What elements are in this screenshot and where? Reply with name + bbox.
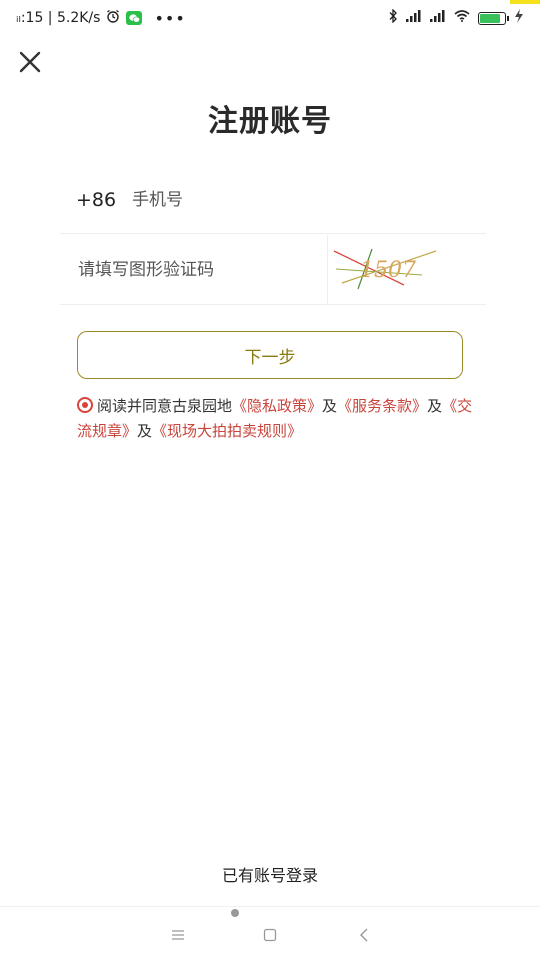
alarm-icon — [106, 9, 120, 27]
page-title: 注册账号 — [208, 104, 332, 139]
charging-icon — [514, 9, 524, 27]
agreement-and: 及 — [427, 397, 443, 415]
back-button[interactable] — [352, 925, 376, 945]
status-time-speed: ᵢₗ:15 | 5.2K/s — [16, 10, 101, 26]
agreement: 阅读并同意古泉园地《隐私政策》及《服务条款》及《交流规章》及《现场大拍拍卖规则》 — [77, 394, 477, 444]
privacy-policy-link[interactable]: 《隐私政策》 — [232, 397, 322, 415]
back-icon — [360, 928, 368, 942]
phone-row: +86 — [60, 166, 486, 234]
agreement-and: 及 — [322, 397, 338, 415]
captcha-divider — [327, 235, 328, 305]
signal-icon — [406, 10, 422, 26]
close-icon — [19, 51, 41, 73]
status-left: ᵢₗ:15 | 5.2K/s ••• — [16, 9, 186, 28]
country-code[interactable]: +86 — [76, 189, 132, 211]
bluetooth-icon — [388, 8, 398, 27]
captcha-input[interactable] — [78, 259, 318, 280]
login-link[interactable]: 已有账号登录 — [0, 862, 540, 886]
status-bar: ᵢₗ:15 | 5.2K/s ••• — [0, 0, 540, 36]
captcha-image[interactable]: 1507 — [332, 245, 442, 291]
agreement-and: 及 — [137, 422, 153, 440]
agreement-prefix: 阅读并同意古泉园地 — [97, 397, 233, 415]
agreement-radio[interactable] — [77, 397, 93, 413]
signal-icon — [430, 10, 446, 26]
home-button[interactable] — [258, 925, 282, 945]
more-icon: ••• — [154, 8, 186, 28]
nav-indicator-dot — [231, 909, 239, 917]
nav-bar — [0, 906, 540, 960]
wifi-icon — [454, 10, 470, 26]
menu-button[interactable] — [166, 925, 190, 945]
register-page: ᵢₗ:15 | 5.2K/s ••• 注册账号 +86 手机号 请填写图形验证码… — [0, 0, 540, 960]
captcha-text: 1507 — [360, 258, 416, 283]
phone-input[interactable] — [132, 189, 432, 210]
home-icon — [263, 928, 277, 942]
next-button[interactable]: 下一步 — [77, 331, 463, 379]
captcha-row: 1507 — [60, 235, 486, 305]
battery-icon — [478, 11, 509, 25]
status-right — [388, 8, 524, 27]
menu-icon — [172, 930, 184, 940]
status-corner-accent — [510, 0, 540, 4]
wechat-icon — [126, 11, 143, 25]
battery-fill — [480, 13, 501, 23]
service-terms-link[interactable]: 《服务条款》 — [337, 397, 427, 415]
close-button[interactable] — [14, 46, 46, 78]
auction-rules-link[interactable]: 《现场大拍拍卖规则》 — [152, 422, 302, 440]
